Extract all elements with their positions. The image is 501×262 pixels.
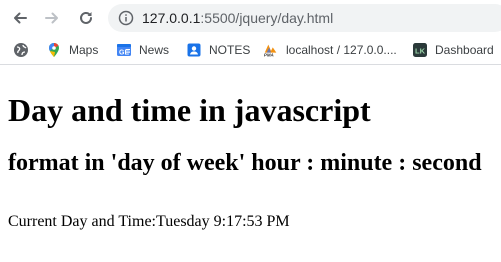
maps-pin-icon <box>46 42 62 58</box>
url-path: :5500/jquery/day.html <box>200 10 334 26</box>
bookmark-dashboard[interactable]: LK Dashboard <box>412 40 494 60</box>
bookmark-notes[interactable]: NOTES <box>186 40 250 60</box>
result-label: Current Day and Time: <box>8 213 156 230</box>
bookmark-maps[interactable]: Maps <box>46 40 98 60</box>
current-day-time: Current Day and Time:Tuesday 9:17:53 PM <box>8 213 290 231</box>
dashboard-icon: LK <box>412 42 428 58</box>
svg-text:PMA: PMA <box>264 53 274 58</box>
arrow-left-icon <box>14 12 27 24</box>
result-value: Tuesday 9:17:53 PM <box>156 213 290 230</box>
bookmark-label: Maps <box>69 43 99 57</box>
bookmark-label: Dashboard <box>435 43 494 57</box>
back-button[interactable] <box>8 6 32 30</box>
bookmark-apps[interactable] <box>13 40 36 60</box>
page-title: Day and time in javascript <box>8 92 371 128</box>
svg-text:LK: LK <box>415 47 426 56</box>
reload-button[interactable] <box>74 6 98 30</box>
bookmark-news[interactable]: GE News <box>116 40 169 60</box>
bookmarks-bar: Maps GE News NOTES PMA localhost / 127.0… <box>0 36 501 65</box>
globe-icon <box>13 42 29 58</box>
forward-button[interactable] <box>40 6 64 30</box>
url-host: 127.0.0.1 <box>142 10 201 26</box>
info-icon[interactable] <box>118 10 134 26</box>
reload-icon <box>80 11 92 24</box>
browser-toolbar: 127.0.0.1:5500/jquery/day.html <box>0 0 501 36</box>
url-text[interactable]: 127.0.0.1:5500/jquery/day.html <box>142 9 333 27</box>
notes-icon <box>186 42 202 58</box>
bookmark-label: News <box>139 43 170 57</box>
bookmark-label: localhost / 127.0.0.... <box>286 43 397 57</box>
address-bar[interactable]: 127.0.0.1:5500/jquery/day.html <box>108 4 501 32</box>
bookmark-label: NOTES <box>209 43 251 57</box>
bookmark-localhost[interactable]: PMA localhost / 127.0.0.... <box>263 40 397 60</box>
arrow-right-icon <box>45 12 58 24</box>
page-subtitle: format in 'day of week' hour : minute : … <box>8 150 482 176</box>
phpmyadmin-icon: PMA <box>263 42 279 58</box>
news-icon: GE <box>116 42 132 58</box>
svg-text:GE: GE <box>119 50 129 57</box>
